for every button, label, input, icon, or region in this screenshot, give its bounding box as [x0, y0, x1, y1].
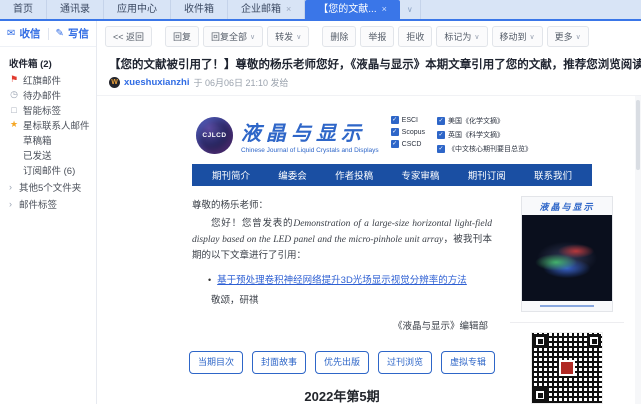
reply-button[interactable]: 回复 [165, 26, 199, 47]
journal-cover-image[interactable]: 液晶与显示 [521, 196, 613, 312]
sidebar-item-drafts[interactable]: 草稿箱 [9, 132, 96, 147]
chevron-down-icon: ∨ [407, 0, 413, 19]
checked-checkbox-icon: ✓ [437, 131, 445, 139]
email-main-text: 尊敬的杨乐老师： 您好！您曾发表的Demonstration of a larg… [192, 186, 492, 404]
sent-info: 于 06月06日 21:10 发给 [193, 76, 288, 89]
cover-artwork [522, 215, 612, 301]
delete-button[interactable]: 删除 [322, 26, 356, 47]
issue-buttons: 当期目次 封面故事 优先出版 过刊浏览 虚拟专辑 [192, 351, 492, 374]
flag-icon: ⚑ [9, 74, 19, 85]
tab-app-center[interactable]: 应用中心 [104, 0, 171, 19]
current-issue-button[interactable]: 当期目次 [189, 351, 243, 374]
scrollbar-thumb[interactable] [636, 100, 640, 170]
compose-mail-button[interactable]: ✎ 写信 [49, 26, 97, 41]
citing-article-link[interactable]: 基于预处理卷积神经网络提升3D光场显示视觉分辨率的方法 [217, 273, 467, 289]
journal-title: 液晶与显示 [241, 117, 379, 146]
cover-title: 液晶与显示 [539, 203, 594, 213]
tag-icon: □ [9, 105, 19, 115]
more-button[interactable]: 更多∨ [547, 26, 589, 47]
sidebar-item-starred-contacts[interactable]: ★ 星标联系人邮件 [9, 117, 96, 132]
nav-journal-intro[interactable]: 期刊简介 [212, 168, 250, 182]
issue-title: 2022年第5期 [192, 386, 492, 404]
close-icon[interactable]: × [286, 0, 291, 19]
wechat-qr-code[interactable] [532, 333, 602, 403]
close-icon[interactable]: × [382, 0, 387, 19]
message-toolbar: << 返回 回复 回复全部∨ 转发∨ 删除 举报 拒收 标记为∨ 移动到∨ 更多… [97, 21, 641, 52]
closing: 敬颂，研祺 [192, 293, 492, 309]
nav-expert-review[interactable]: 专家审稿 [401, 168, 439, 182]
virtual-album-button[interactable]: 虚拟专辑 [441, 351, 495, 374]
sidebar-item-todo[interactable]: ◷ 待办邮件 [9, 87, 96, 102]
webmail-app: 首页 通讯录 应用中心 收件箱 企业邮箱 × 【您的文献... × ∨ ✉ 收信 [0, 0, 641, 404]
qr-center-logo [559, 360, 575, 376]
sidebar-item-other-folders[interactable]: › 其他5个文件夹 [9, 179, 96, 194]
tab-home[interactable]: 首页 [0, 0, 47, 19]
chevron-down-icon: ∨ [530, 33, 535, 41]
chevron-down-icon: ∨ [474, 33, 479, 41]
avatar: W [109, 77, 120, 88]
mark-as-button[interactable]: 标记为∨ [436, 26, 487, 47]
sender-name[interactable]: xueshuxianzhi [124, 77, 189, 88]
checked-checkbox-icon: ✓ [437, 117, 445, 125]
bullet-icon: • [208, 273, 211, 288]
nav-author-submission[interactable]: 作者投稿 [335, 168, 373, 182]
folder-sidebar: ✉ 收信 ✎ 写信 收件箱 (2) ⚑ 红旗邮件 ◷ 待办邮件 □ [0, 21, 97, 404]
sidebar-item-subscriptions[interactable]: 订阅邮件 (6) [9, 162, 96, 177]
message-pane: << 返回 回复 回复全部∨ 转发∨ 删除 举报 拒收 标记为∨ 移动到∨ 更多… [97, 21, 641, 404]
top-tab-bar: 首页 通讯录 应用中心 收件箱 企业邮箱 × 【您的文献... × ∨ [0, 0, 641, 21]
sidebar-item-inbox[interactable]: 收件箱 (2) [9, 55, 96, 70]
cover-footer [522, 301, 612, 311]
move-to-button[interactable]: 移动到∨ [492, 26, 543, 47]
chevron-down-icon: ∨ [296, 33, 301, 41]
journal-subtitle: Chinese Journal of Liquid Crystals and D… [241, 147, 379, 154]
sidebar-item-sent[interactable]: 已发送 [9, 147, 96, 162]
tab-list-dropdown[interactable]: ∨ [400, 0, 421, 19]
checked-checkbox-icon: ✓ [391, 128, 399, 136]
pencil-icon: ✎ [56, 28, 64, 39]
checked-checkbox-icon: ✓ [437, 145, 445, 153]
email-header: CJLCD 液晶与显示 Chinese Journal of Liquid Cr… [192, 96, 634, 164]
tab-enterprise-mail[interactable]: 企业邮箱 × [228, 0, 305, 19]
nav-subscription[interactable]: 期刊订阅 [468, 168, 506, 182]
reply-all-button[interactable]: 回复全部∨ [203, 26, 263, 47]
chevron-right-icon: › [9, 199, 15, 209]
back-button[interactable]: << 返回 [105, 26, 152, 47]
checked-checkbox-icon: ✓ [391, 140, 399, 148]
index-checkboxes: ✓ESCI ✓Scopus ✓CSCD ✓美国《化学文摘》 ✓英国《科学文摘》 … [391, 116, 532, 154]
sidebar-item-flagged[interactable]: ⚑ 红旗邮件 [9, 72, 96, 87]
editorial-signature: 《液晶与显示》编辑部 [192, 319, 492, 335]
journal-logo: CJLCD [196, 117, 233, 154]
email-nav-bar: 期刊简介 编委会 作者投稿 专家审稿 期刊订阅 联系我们 [192, 164, 592, 186]
online-first-button[interactable]: 优先出版 [315, 351, 369, 374]
report-button[interactable]: 举报 [360, 26, 394, 47]
block-button[interactable]: 拒收 [398, 26, 432, 47]
archive-button[interactable]: 过刊浏览 [378, 351, 432, 374]
sidebar-item-smart-tags[interactable]: □ 智能标签 [9, 102, 96, 117]
tab-contacts[interactable]: 通讯录 [47, 0, 104, 19]
message-subject: 【您的文献被引用了！】尊敬的杨乐老师您好，《液晶与显示》本期文章引用了您的文献，… [109, 56, 641, 72]
receive-mail-button[interactable]: ✉ 收信 [0, 26, 48, 41]
sidebar-item-mail-tags[interactable]: › 邮件标签 [9, 196, 96, 211]
tab-open-message[interactable]: 【您的文献... × [305, 0, 400, 19]
chevron-down-icon: ∨ [250, 33, 255, 41]
sender-row: W xueshuxianzhi 于 06月06日 21:10 发给 [97, 73, 641, 96]
forward-button[interactable]: 转发∨ [267, 26, 309, 47]
email-right-column: 液晶与显示 创刊：1986年·月刊 [502, 186, 632, 404]
nav-contact-us[interactable]: 联系我们 [534, 168, 572, 182]
chevron-right-icon: › [9, 182, 15, 192]
nav-editorial-board[interactable]: 编委会 [278, 168, 307, 182]
body-paragraph: 您好！您曾发表的Demonstration of a large-size ho… [192, 216, 492, 264]
divider [510, 322, 624, 323]
star-icon: ★ [9, 119, 19, 130]
mail-icon: ✉ [7, 28, 15, 39]
salutation: 尊敬的杨乐老师： [192, 198, 492, 214]
clock-icon: ◷ [9, 89, 19, 100]
email-body-viewport: CJLCD 液晶与显示 Chinese Journal of Liquid Cr… [97, 96, 641, 404]
scrollbar[interactable] [635, 96, 641, 404]
chevron-down-icon: ∨ [576, 33, 581, 41]
tab-inbox[interactable]: 收件箱 [171, 0, 228, 19]
cover-story-button[interactable]: 封面故事 [252, 351, 306, 374]
checked-checkbox-icon: ✓ [391, 116, 399, 124]
email-content: CJLCD 液晶与显示 Chinese Journal of Liquid Cr… [192, 96, 634, 404]
